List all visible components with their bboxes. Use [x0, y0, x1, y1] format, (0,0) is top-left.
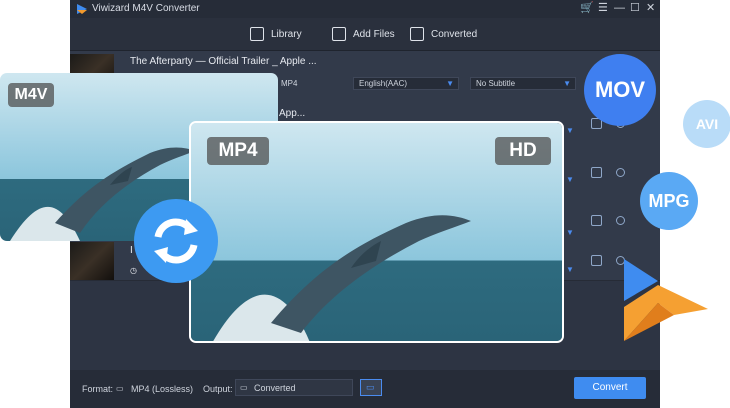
mov-format-bubble: MOV [584, 54, 656, 126]
video-title: I [130, 245, 133, 256]
add-files-icon [332, 27, 346, 41]
mpg-format-bubble: MPG [640, 172, 698, 230]
format-label: Format: [82, 384, 114, 394]
sync-arrows-icon [154, 218, 198, 264]
open-folder-icon: ▭ [366, 382, 375, 392]
chevron-down-icon[interactable]: ▼ [566, 126, 574, 135]
edit-icon[interactable] [591, 167, 602, 178]
mp4-preview-image: MP4 HD [189, 121, 564, 343]
library-icon [250, 27, 264, 41]
m4v-badge: M4V [8, 83, 54, 107]
convert-button[interactable]: Convert [574, 377, 646, 399]
output-field[interactable]: ▭ Converted [235, 379, 353, 396]
video-format: MP4 [281, 79, 298, 88]
search-icon[interactable] [616, 168, 625, 177]
toolbar: Library Add Files Converted [70, 18, 660, 51]
app-logo-icon [77, 4, 87, 14]
library-button[interactable]: Library [250, 24, 302, 44]
viwizard-logo-icon [624, 259, 708, 341]
title-bar: Viwizard M4V Converter 🛒 ☰ — ☐ ✕ [70, 0, 660, 18]
chevron-down-icon: ▼ [446, 79, 454, 88]
output-label: Output: [203, 384, 233, 394]
edit-icon[interactable] [591, 255, 602, 266]
chevron-down-icon[interactable]: ▼ [566, 175, 574, 184]
folder-icon: ▭ [240, 383, 248, 392]
add-files-label: Add Files [353, 28, 395, 40]
chevron-down-icon[interactable]: ▼ [566, 265, 574, 274]
browse-folder-button[interactable]: ▭ [360, 379, 382, 396]
app-title: Viwizard M4V Converter [92, 3, 200, 14]
search-icon[interactable] [616, 216, 625, 225]
close-icon[interactable]: ✕ [646, 2, 655, 15]
audio-dropdown[interactable]: English(AAC) ▼ [353, 77, 459, 90]
converted-icon [410, 27, 424, 41]
video-title: The Afterparty — Official Trailer _ Appl… [130, 56, 317, 67]
convert-sync-icon [134, 199, 218, 283]
mp4-badge: MP4 [207, 137, 269, 165]
converted-button[interactable]: Converted [410, 24, 477, 44]
output-value: Converted [254, 383, 296, 393]
hd-badge: HD [495, 137, 551, 165]
video-thumbnail [70, 242, 114, 280]
minimize-icon[interactable]: — [614, 2, 625, 15]
subtitle-dropdown[interactable]: No Subtitle ▼ [470, 77, 576, 90]
chevron-down-icon: ▼ [563, 79, 571, 88]
video-title: App... [279, 108, 306, 119]
add-files-button[interactable]: Add Files [332, 24, 395, 44]
cart-icon[interactable]: 🛒 [580, 2, 594, 15]
edit-icon[interactable] [591, 215, 602, 226]
format-icon: ▭ [116, 384, 124, 393]
menu-icon[interactable]: ☰ [598, 2, 608, 15]
maximize-icon[interactable]: ☐ [630, 2, 640, 15]
library-label: Library [271, 28, 302, 40]
subtitle-value: No Subtitle [476, 79, 516, 88]
avi-format-bubble: AVI [683, 100, 730, 148]
audio-value: English(AAC) [359, 79, 408, 88]
converted-label: Converted [431, 28, 478, 40]
bottom-bar: Format: ▭ MP4 (Lossless) Output: ▭ Conve… [70, 370, 660, 408]
format-value[interactable]: MP4 (Lossless) [131, 384, 193, 394]
